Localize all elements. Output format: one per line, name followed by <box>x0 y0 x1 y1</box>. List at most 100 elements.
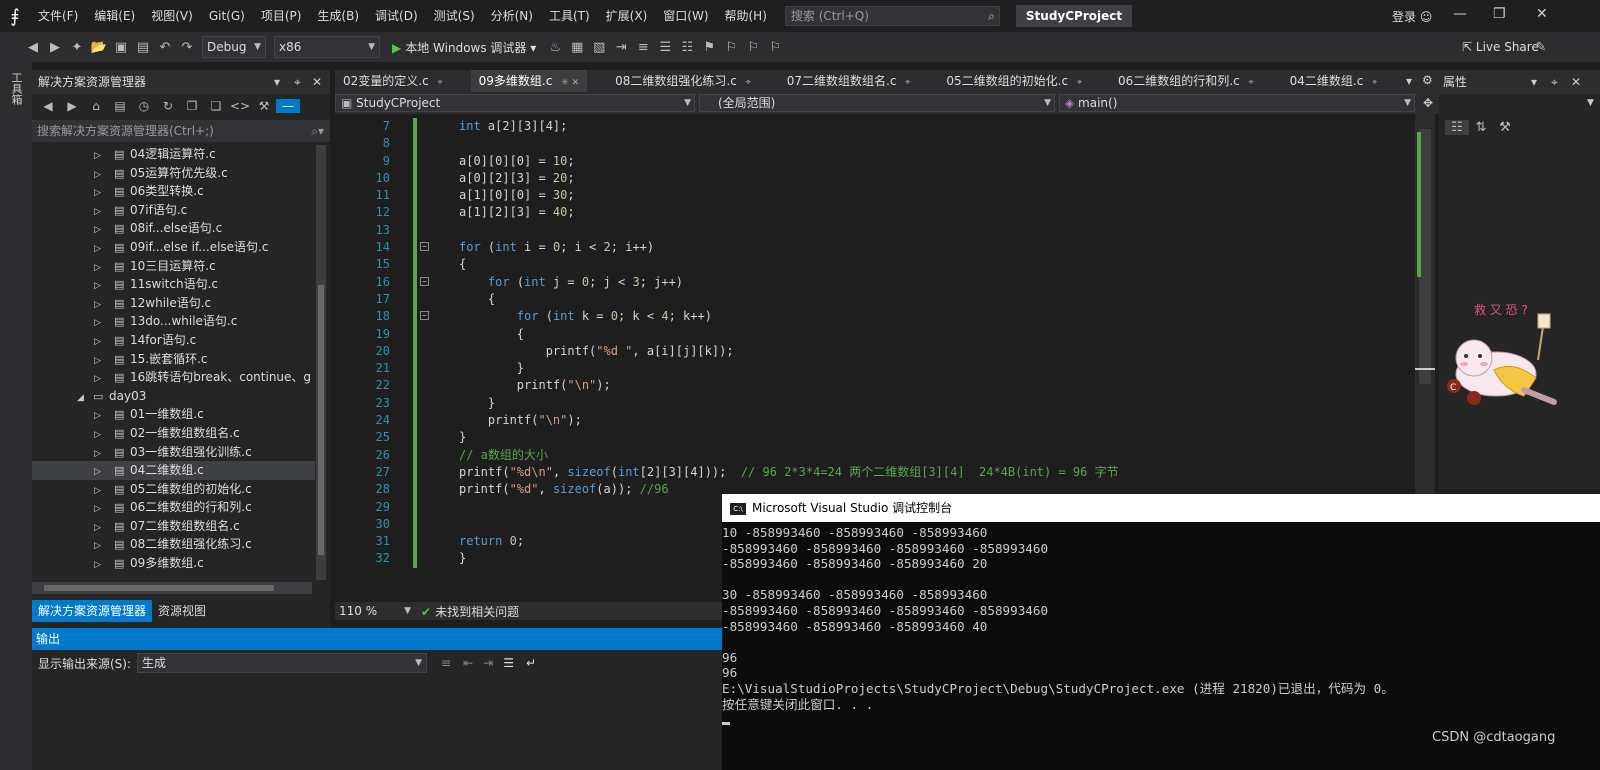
tree-item[interactable]: ▷ ▤ 04二维数组.c <box>32 461 315 480</box>
save-all-icon[interactable]: ▤ <box>132 40 154 55</box>
code-line[interactable]: 15 { <box>335 256 1415 274</box>
bookmark-prev-icon[interactable]: ⚐ <box>720 40 742 55</box>
live-share-button[interactable]: ⇱ Live Share <box>1462 40 1539 54</box>
redo-icon[interactable]: ↷ <box>176 40 198 55</box>
word-wrap-icon[interactable]: ↵ <box>526 656 536 670</box>
toolbox-tab[interactable]: 工具箱 <box>8 72 24 105</box>
tab-list-icon[interactable]: ▾ <box>1406 74 1412 88</box>
save-icon[interactable]: ▣ <box>110 40 132 55</box>
document-tab[interactable]: 02变量的定义.c ⌖ <box>335 70 451 92</box>
code-line[interactable]: 27 printf("%d\n", sizeof(int[2][3][4])); … <box>335 463 1415 482</box>
bookmark-icon[interactable]: ⚑ <box>698 40 720 55</box>
gear-icon[interactable]: ⚙ <box>1422 73 1433 87</box>
close-tab-icon[interactable]: ✳ ✕ <box>558 78 579 88</box>
clear-all-icon[interactable]: ☰ <box>503 656 514 670</box>
tree-item[interactable]: ▷ ▤ 16跳转语句break、continue、g <box>32 368 315 387</box>
output-source-select[interactable]: 生成 ▼ <box>137 653 428 673</box>
search-icon[interactable]: ⌕ <box>988 7 995 25</box>
menu-item[interactable]: 窗口(W) <box>655 0 716 32</box>
tree-item[interactable]: ▷ ▤ 11switch语句.c <box>32 275 315 294</box>
pin-icon[interactable]: ⌖ <box>902 78 910 88</box>
search-input[interactable]: 搜索 (Ctrl+Q) ⌕ <box>784 6 1000 26</box>
back-icon[interactable]: ◀ <box>36 99 60 113</box>
wrench-icon[interactable]: ⚒ <box>252 99 276 113</box>
tree-item[interactable]: ▷ ▤ 13do...while语句.c <box>32 312 315 331</box>
fold-toggle-icon[interactable]: − <box>420 276 429 286</box>
pin-icon[interactable]: ⌖ <box>294 70 301 94</box>
undo-icon[interactable]: ↶ <box>154 40 176 55</box>
menu-item[interactable]: 文件(F) <box>30 0 86 32</box>
tree-item[interactable]: ▷ ▤ 14for语句.c <box>32 331 315 350</box>
document-tab[interactable]: 05二维数组的初始化.c ⌖ <box>938 70 1090 92</box>
show-all-files-icon[interactable]: ❑ <box>204 99 228 113</box>
code-line[interactable]: 14 − for (int i = 0; i < 2; i++) <box>335 239 1415 257</box>
zoom-select[interactable]: 110 % ▼ <box>335 603 415 619</box>
tree-item[interactable]: ▷ ▤ 07if语句.c <box>32 201 315 220</box>
code-line[interactable]: 8 <box>335 135 1415 153</box>
switch-views-icon[interactable]: ▤ <box>108 99 132 113</box>
tree-item[interactable]: ▷ ▤ 02一维数组数组名.c <box>32 424 315 443</box>
pin-icon[interactable]: ⌖ <box>1369 78 1377 88</box>
document-tab[interactable]: 07二维数组数组名.c ⌖ <box>779 70 919 92</box>
tree-item[interactable]: ▷ ▤ 01一维数组.c <box>32 405 315 424</box>
issues-indicator[interactable]: ✔ 未找到相关问题 <box>421 603 519 620</box>
menu-item[interactable]: 测试(S) <box>426 0 483 32</box>
document-tab[interactable]: 06二维数组的行和列.c ⌖ <box>1110 70 1262 92</box>
chevron-down-icon[interactable]: ▼ <box>1587 98 1594 108</box>
forward-icon[interactable]: ▶ <box>44 40 66 55</box>
code-line[interactable]: 12 a[1][2][3] = 40; <box>335 204 1415 222</box>
menu-item[interactable]: 分析(N) <box>483 0 541 32</box>
property-pages-icon[interactable]: ⚒ <box>1493 120 1517 135</box>
forward-icon[interactable]: ▶ <box>60 99 84 113</box>
tree-item[interactable]: ▷ ▤ 08二维数组强化练习.c <box>32 535 315 554</box>
code-line[interactable]: 17 { <box>335 290 1415 309</box>
code-line[interactable]: 9 a[0][0][0] = 10; <box>335 152 1415 170</box>
tree-item[interactable]: ▷ ▤ 07二维数组数组名.c <box>32 517 315 536</box>
menu-item[interactable]: 工具(T) <box>541 0 598 32</box>
menu-item[interactable]: 编辑(E) <box>86 0 143 32</box>
comment-icon[interactable]: ☰ <box>654 40 676 55</box>
sync-icon[interactable]: ↻ <box>156 99 180 113</box>
code-line[interactable]: 20 printf("%d ", a[i][j][k]); <box>335 342 1415 361</box>
dropdown-icon[interactable]: ▾ <box>274 70 280 94</box>
code-line[interactable]: 26 // a数组的大小 <box>335 446 1415 464</box>
find-message-icon[interactable]: ≡ <box>441 656 451 670</box>
prev-message-icon[interactable]: ⇤ <box>463 656 473 670</box>
document-tab[interactable]: 08二维数组强化练习.c ⌖ <box>607 70 759 92</box>
menu-item[interactable]: 项目(P) <box>253 0 310 32</box>
restore-icon[interactable]: ❐ <box>1493 6 1506 22</box>
tree-item[interactable]: ▷ ▤ 05二维数组的初始化.c <box>32 480 315 499</box>
code-line[interactable]: 21 } <box>335 360 1415 378</box>
uncomment-icon[interactable]: ☷ <box>676 40 698 55</box>
categorized-icon[interactable]: ☷ <box>1445 120 1469 135</box>
pin-icon[interactable]: ⌖ <box>1551 70 1558 94</box>
pending-changes-icon[interactable]: ◷ <box>132 99 156 113</box>
tree-item[interactable]: ▷ ▤ 04逻辑运算符.c <box>32 145 315 164</box>
close-window-icon[interactable]: ✕ <box>1536 6 1548 22</box>
tree-item[interactable]: ▷ ▤ 09if...else if...else语句.c <box>32 238 315 257</box>
menu-item[interactable]: Git(G) <box>201 0 253 32</box>
dropdown-icon[interactable]: ▾ <box>1531 70 1537 94</box>
pin-icon[interactable]: ⌖ <box>1074 78 1082 88</box>
code-line[interactable]: 7 int a[2][3][4]; <box>335 118 1415 136</box>
tree-item[interactable]: ▷ ▤ 06类型转换.c <box>32 182 315 201</box>
function-select[interactable]: ◈ main() ▼ <box>1059 94 1415 112</box>
home-icon[interactable]: ⌂ <box>84 99 108 113</box>
new-item-icon[interactable]: ✦ <box>66 40 88 55</box>
pin-icon[interactable]: ⌖ <box>435 78 443 88</box>
preview-icon[interactable]: — <box>276 99 300 113</box>
platform-select[interactable]: x86 ▼ <box>274 36 380 58</box>
panel-tab[interactable]: 资源视图 <box>152 600 212 622</box>
scroll-thumb[interactable] <box>44 585 274 591</box>
code-line[interactable]: 22 printf("\n"); <box>335 377 1415 395</box>
menu-item[interactable]: 调试(D) <box>367 0 426 32</box>
hot-reload-icon[interactable]: ♨ <box>544 40 566 55</box>
tree-item[interactable]: ▷ ▤ 06二维数组的行和列.c <box>32 498 315 517</box>
search-icon[interactable]: ⌕▾ <box>311 120 324 142</box>
menu-item[interactable]: 扩展(X) <box>598 0 656 32</box>
scroll-thumb[interactable] <box>318 285 324 555</box>
menu-item[interactable]: 视图(V) <box>143 0 201 32</box>
code-line[interactable]: 23 } <box>335 394 1415 413</box>
tree-item[interactable]: ◢ ▭ day03 <box>32 387 315 406</box>
tree-item[interactable]: ▷ ▤ 09多维数组.c <box>32 554 315 573</box>
